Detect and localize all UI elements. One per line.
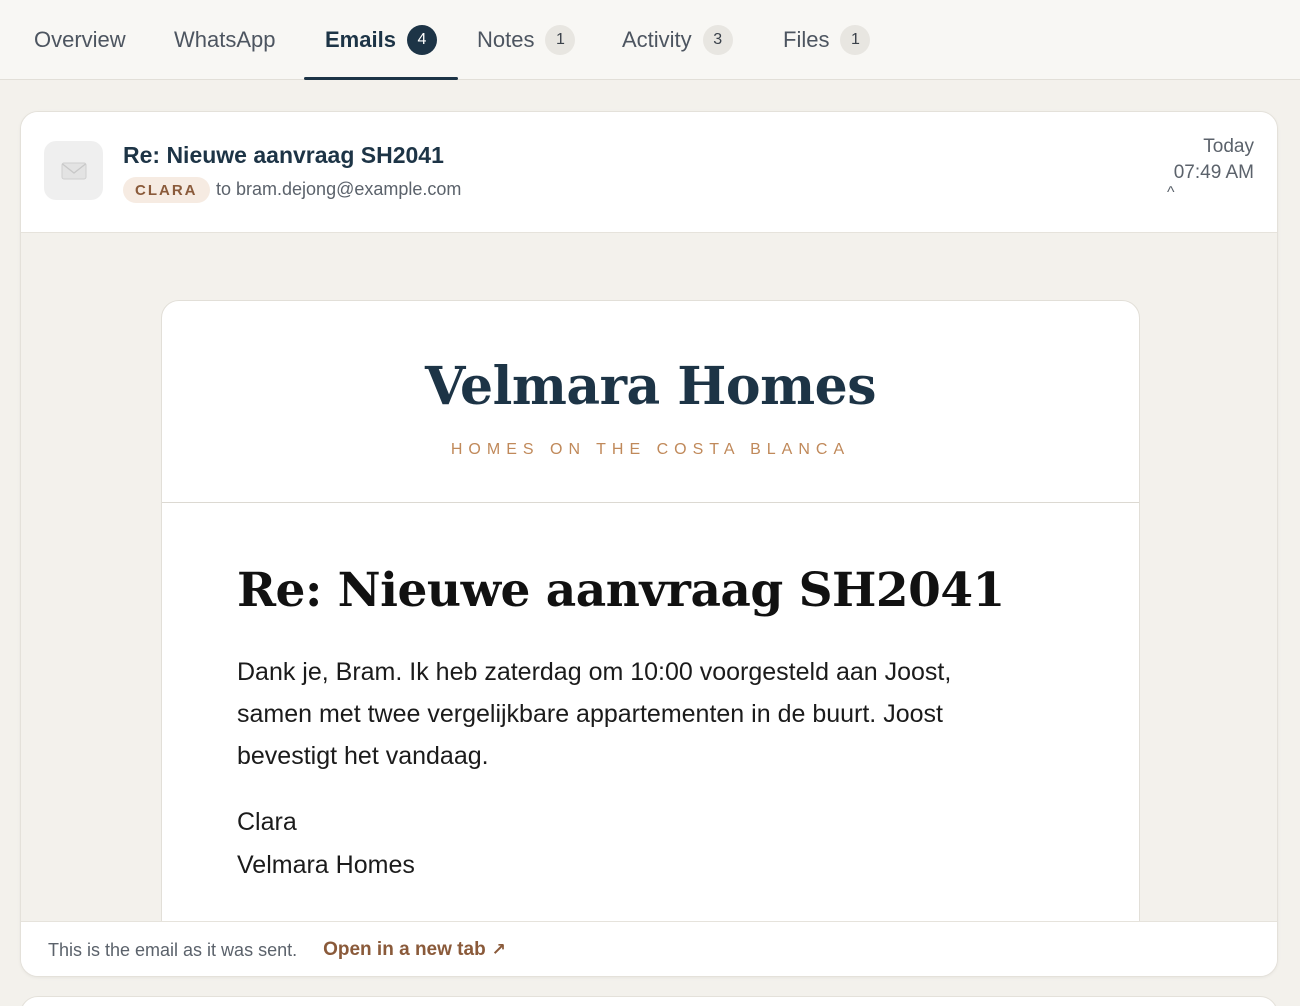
email-date-time: 07:49 AM	[1173, 162, 1254, 183]
tab-whatsapp[interactable]: WhatsApp	[174, 0, 276, 80]
email-date-day: Today	[1203, 136, 1254, 157]
email-body-heading: Re: Nieuwe aanvraag SH2041	[237, 563, 1005, 618]
tab-label: Overview	[34, 27, 126, 52]
tab-overview[interactable]: Overview	[34, 0, 126, 80]
tab-emails[interactable]: Emails 4	[304, 0, 458, 80]
email-card-header[interactable]: Re: Nieuwe aanvraag SH2041 CLARA to bram…	[21, 112, 1277, 233]
email-rendered-body: Velmara Homes HOMES ON THE COSTA BLANCA …	[161, 300, 1140, 921]
brand-tagline: HOMES ON THE COSTA BLANCA	[450, 441, 851, 458]
tab-count-badge: 1	[545, 25, 576, 55]
email-body-paragraph: Dank je, Bram. Ik heb zaterdag om 10:00 …	[237, 658, 952, 770]
tab-count-badge: 3	[702, 25, 733, 55]
tab-label: Notes	[477, 27, 535, 52]
signature-name: Clara	[237, 808, 297, 836]
email-card-footer: This is the email as it was sent. Open i…	[21, 921, 1277, 976]
tab-files[interactable]: Files 1	[783, 0, 871, 80]
tab-label: Files	[783, 27, 830, 52]
sender-badge: CLARA	[123, 177, 210, 203]
email-signature: Clara Velmara Homes	[237, 801, 415, 887]
email-subject: Re: Nieuwe aanvraag SH2041	[123, 142, 444, 168]
collapse-caret-icon[interactable]: ^	[1167, 184, 1175, 202]
footer-note: This is the email as it was sent.	[48, 939, 298, 960]
external-arrow-icon: ↗	[491, 940, 506, 959]
open-in-new-tab-link[interactable]: Open in a new tab ↗	[323, 939, 506, 961]
tab-label: WhatsApp	[174, 27, 276, 52]
tab-label: Emails	[325, 27, 396, 52]
email-card: Re: Nieuwe aanvraag SH2041 CLARA to bram…	[20, 111, 1278, 977]
email-brand-header: Velmara Homes HOMES ON THE COSTA BLANCA	[162, 301, 1139, 503]
email-preview-area[interactable]: Velmara Homes HOMES ON THE COSTA BLANCA …	[21, 233, 1277, 921]
envelope-icon	[44, 141, 103, 200]
signature-company: Velmara Homes	[237, 851, 415, 879]
next-email-card[interactable]	[20, 996, 1278, 1006]
email-date: Today 07:49 AM	[1174, 134, 1254, 186]
email-tabs-bar: Overview WhatsApp Emails 4 Notes 1 Activ…	[0, 0, 1300, 80]
tab-count-badge: 4	[406, 25, 437, 55]
tab-label: Activity	[622, 27, 692, 52]
tab-activity[interactable]: Activity 3	[622, 0, 733, 80]
email-recipient: to bram.dejong@example.com	[216, 179, 462, 199]
tab-notes[interactable]: Notes 1	[477, 0, 576, 80]
brand-logo-text: Velmara Homes	[424, 356, 877, 417]
open-link-label: Open in a new tab	[323, 939, 486, 960]
tab-count-badge: 1	[840, 25, 871, 55]
